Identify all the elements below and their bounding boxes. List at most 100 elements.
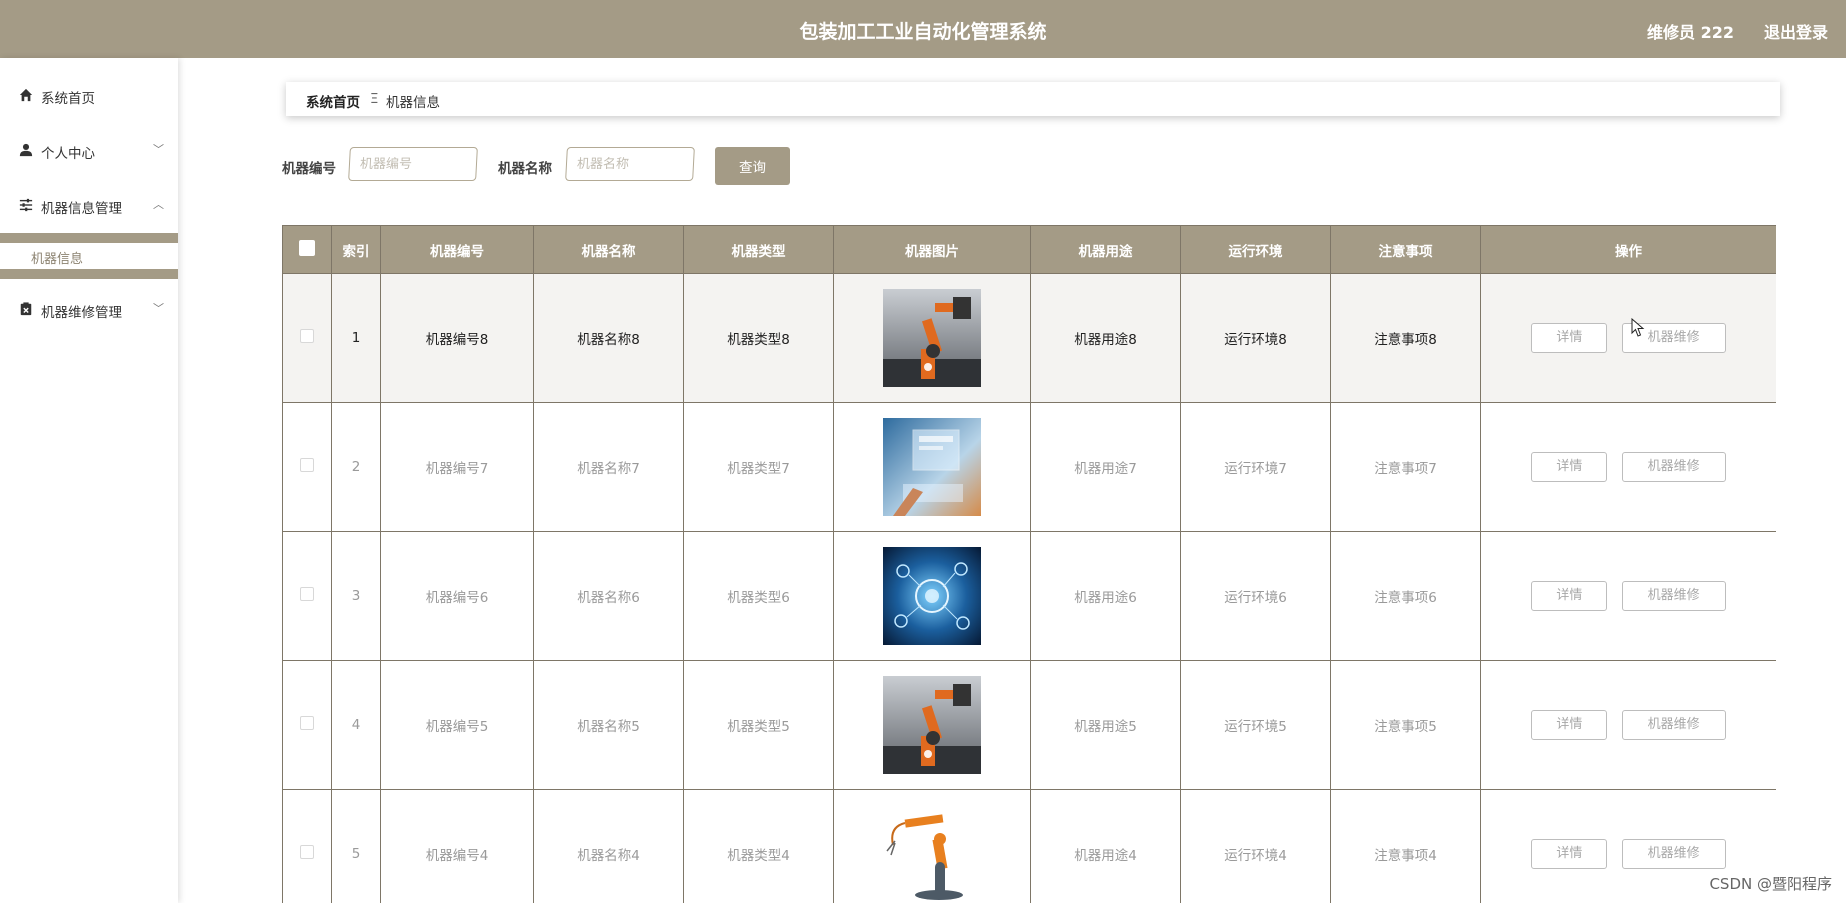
detail-button[interactable]: 详情 (1531, 323, 1608, 353)
sidebar-subitem-label: 机器信息 (31, 252, 84, 267)
row-index: 4 (331, 660, 381, 790)
table-header-row: 索引 机器编号 机器名称 机器类型 机器图片 机器用途 运行环境 注意事项 操作 (282, 225, 1776, 274)
top-header-bar: 包装加工工业自动化管理系统 维修员 222 退出登录 (0, 0, 1846, 58)
machine-id-input[interactable] (348, 147, 478, 181)
chevron-down-icon: ﹀ (153, 143, 164, 156)
machine-usage-cell: 机器用途7 (1030, 402, 1181, 532)
detail-button[interactable]: 详情 (1531, 710, 1608, 740)
sidebar-item-label: 机器维修管理 (41, 305, 122, 321)
chevron-up-icon: ︿ (153, 198, 164, 211)
column-header: 机器名称 (533, 225, 684, 274)
column-header: 操作 (1480, 225, 1776, 274)
table-row: 3 机器编号6 机器名称6 机器类型6 机器用途6 运行环境6 注意事项6 详情… (282, 531, 1776, 661)
sidebar-item-machine-info-management[interactable]: 机器信息管理 ︿ (0, 186, 178, 226)
row-index: 5 (331, 789, 381, 903)
column-header: 索引 (331, 225, 381, 274)
machine-name-cell: 机器名称8 (533, 273, 684, 403)
repair-button[interactable]: 机器维修 (1621, 452, 1726, 482)
row-checkbox[interactable] (300, 587, 314, 601)
mouse-cursor-icon (1631, 318, 1645, 337)
row-index: 3 (331, 531, 381, 661)
machine-id-cell: 机器编号5 (380, 660, 534, 790)
select-all-checkbox[interactable] (299, 239, 315, 256)
clipboard-x-icon (20, 302, 32, 316)
column-header: 注意事项 (1330, 225, 1481, 274)
sidebar-item-machine-repair-management[interactable]: 机器维修管理 ﹀ (0, 290, 178, 330)
chevron-down-icon: ﹀ (153, 302, 164, 315)
sidebar-subitem-machine-info[interactable]: 机器信息 (0, 243, 178, 269)
repair-button[interactable]: 机器维修 (1621, 581, 1726, 611)
machine-type-cell: 机器类型5 (683, 660, 834, 790)
machine-type-cell: 机器类型4 (683, 789, 834, 903)
repair-button[interactable]: 机器维修 (1621, 839, 1726, 869)
machine-name-input[interactable] (565, 147, 695, 181)
machine-id-cell: 机器编号7 (380, 402, 534, 532)
machine-notes-cell: 注意事项7 (1330, 402, 1481, 532)
detail-button[interactable]: 详情 (1531, 452, 1608, 482)
machine-env-cell: 运行环境6 (1180, 531, 1331, 661)
table-row: 4 机器编号5 机器名称5 机器类型5 机器用途5 运行环境5 注意事项5 详情… (282, 660, 1776, 790)
machine-notes-cell: 注意事项8 (1330, 273, 1481, 403)
machine-image[interactable] (883, 805, 981, 903)
submenu-bottom-band (0, 269, 178, 279)
breadcrumb-home[interactable]: 系统首页 (306, 91, 360, 111)
machine-name-cell: 机器名称5 (533, 660, 684, 790)
table-row: 1 机器编号8 机器名称8 机器类型8 机器用途8 运行环境8 注意事项8 详情… (282, 273, 1776, 403)
sidebar-item-home[interactable]: 系统首页 (0, 76, 178, 116)
row-checkbox[interactable] (300, 845, 314, 859)
machine-usage-cell: 机器用途6 (1030, 531, 1181, 661)
breadcrumb-separator: Ξ (370, 91, 379, 107)
machine-type-cell: 机器类型7 (683, 402, 834, 532)
machine-usage-cell: 机器用途8 (1030, 273, 1181, 403)
submenu-top-band (0, 233, 178, 243)
machine-env-cell: 运行环境4 (1180, 789, 1331, 903)
machine-env-cell: 运行环境8 (1180, 273, 1331, 403)
table-row: 2 机器编号7 机器名称7 机器类型7 机器用途7 运行环境7 注意事项7 详情… (282, 402, 1776, 532)
machine-name-cell: 机器名称6 (533, 531, 684, 661)
machine-notes-cell: 注意事项4 (1330, 789, 1481, 903)
select-all-cell[interactable] (282, 225, 332, 274)
column-header: 运行环境 (1180, 225, 1331, 274)
sidebar-item-label: 系统首页 (41, 91, 95, 107)
repair-button[interactable]: 机器维修 (1621, 710, 1726, 740)
machine-id-cell: 机器编号6 (380, 531, 534, 661)
machine-image[interactable] (883, 547, 981, 645)
machine-env-cell: 运行环境5 (1180, 660, 1331, 790)
sidebar-item-label: 个人中心 (41, 146, 95, 162)
machine-name-cell: 机器名称4 (533, 789, 684, 903)
sidebar-item-label: 机器信息管理 (41, 201, 122, 217)
machine-image[interactable] (883, 289, 981, 387)
machine-notes-cell: 注意事项6 (1330, 531, 1481, 661)
query-button[interactable]: 查询 (715, 147, 790, 185)
row-index: 2 (331, 402, 381, 532)
breadcrumb: 系统首页 Ξ 机器信息 (286, 82, 1780, 116)
machine-name-label: 机器名称 (498, 161, 552, 177)
column-header: 机器编号 (380, 225, 534, 274)
detail-button[interactable]: 详情 (1531, 839, 1608, 869)
machine-table-container: 索引 机器编号 机器名称 机器类型 机器图片 机器用途 运行环境 注意事项 操作… (282, 225, 1776, 903)
machine-usage-cell: 机器用途5 (1030, 660, 1181, 790)
machine-image[interactable] (883, 676, 981, 774)
table-row: 5 机器编号4 机器名称4 机器类型4 机器用途4 运行环境4 注意事项4 详情… (282, 789, 1776, 903)
current-user-label: 维修员 222 (1647, 23, 1734, 42)
sliders-icon (19, 198, 33, 212)
row-checkbox[interactable] (300, 458, 314, 472)
sidebar: 系统首页 个人中心 ﹀ 机器信息管理 ︿ 机器信息 机器维修管理 ﹀ (0, 58, 178, 903)
machine-usage-cell: 机器用途4 (1030, 789, 1181, 903)
machine-id-label: 机器编号 (282, 161, 336, 177)
machine-id-cell: 机器编号4 (380, 789, 534, 903)
sidebar-item-personal-center[interactable]: 个人中心 ﹀ (0, 131, 178, 171)
logout-link[interactable]: 退出登录 (1764, 19, 1828, 43)
detail-button[interactable]: 详情 (1531, 581, 1608, 611)
user-icon (19, 143, 33, 157)
machine-image[interactable] (883, 418, 981, 516)
machine-table: 索引 机器编号 机器名称 机器类型 机器图片 机器用途 运行环境 注意事项 操作… (282, 225, 1776, 903)
machine-id-cell: 机器编号8 (380, 273, 534, 403)
row-checkbox[interactable] (300, 329, 314, 343)
row-checkbox[interactable] (300, 716, 314, 730)
watermark: CSDN @暨阳程序 (1709, 875, 1832, 893)
app-title: 包装加工工业自动化管理系统 (799, 21, 1047, 43)
machine-notes-cell: 注意事项5 (1330, 660, 1481, 790)
column-header: 机器类型 (683, 225, 834, 274)
breadcrumb-current: 机器信息 (386, 95, 440, 111)
